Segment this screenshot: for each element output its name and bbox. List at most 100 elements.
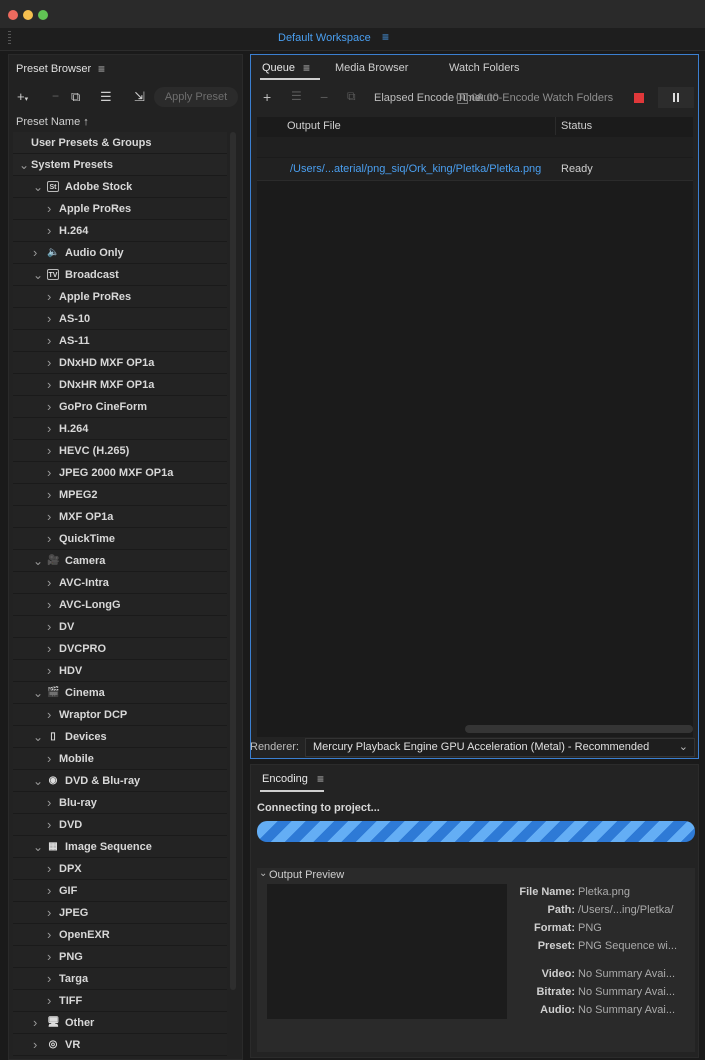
chevron-right-icon[interactable]: › xyxy=(47,374,51,396)
chevron-right-icon[interactable]: › xyxy=(47,880,51,902)
chevron-right-icon[interactable]: › xyxy=(47,506,51,528)
chevron-right-icon[interactable]: › xyxy=(47,748,51,770)
chevron-down-icon[interactable]: ⌄ xyxy=(259,868,267,879)
chevron-right-icon[interactable]: › xyxy=(47,484,51,506)
chevron-right-icon[interactable]: › xyxy=(47,638,51,660)
chevron-right-icon[interactable]: › xyxy=(47,462,51,484)
preset-tree-row[interactable]: ⌄ St Adobe Stock xyxy=(13,176,227,198)
chevron-right-icon[interactable]: › xyxy=(33,242,37,264)
chevron-right-icon[interactable]: › xyxy=(47,704,51,726)
chevron-down-icon[interactable]: ⌄ xyxy=(33,836,43,858)
queue-menu-icon[interactable]: ≡ xyxy=(303,61,310,75)
preset-tree-row[interactable]: › 🔈 Audio Only xyxy=(13,242,227,264)
preset-tree-row[interactable]: › GoPro CineForm xyxy=(13,396,227,418)
preset-tree-row[interactable]: › MPEG2 xyxy=(13,484,227,506)
preset-settings-icon[interactable]: ☰ xyxy=(100,89,112,105)
output-preview-title[interactable]: Output Preview xyxy=(269,869,344,881)
chevron-right-icon[interactable]: › xyxy=(33,1012,37,1034)
preset-tree-row[interactable]: › AVC-Intra xyxy=(13,572,227,594)
preset-tree-row[interactable]: › Apple ProRes xyxy=(13,198,227,220)
preset-tree-row[interactable]: › H.264 xyxy=(13,220,227,242)
preset-tree-row[interactable]: ⌄ 🎬 Cinema xyxy=(13,682,227,704)
new-group-icon[interactable]: ⧉ xyxy=(71,89,80,105)
chevron-down-icon[interactable]: ⌄ xyxy=(33,682,43,704)
chevron-right-icon[interactable]: › xyxy=(47,440,51,462)
remove-icon[interactable]: − xyxy=(320,89,328,105)
chevron-right-icon[interactable]: › xyxy=(47,946,51,968)
preset-tree-row[interactable]: ⌄ 🎥 Camera xyxy=(13,550,227,572)
column-divider[interactable] xyxy=(555,117,556,135)
preset-tree-row[interactable]: › DNxHD MXF OP1a xyxy=(13,352,227,374)
preset-tree-row[interactable]: › DPX xyxy=(13,858,227,880)
preset-tree-row[interactable]: › 🖥 Other xyxy=(13,1012,227,1034)
preset-tree-row[interactable]: › DNxHR MXF OP1a xyxy=(13,374,227,396)
preset-tree-row[interactable]: › Wraptor DCP xyxy=(13,704,227,726)
output-file-link[interactable]: /Users/...aterial/png_siq/Ork_king/Pletk… xyxy=(290,163,541,175)
preset-tree-row[interactable]: › Apple ProRes xyxy=(13,286,227,308)
workspace-menu-icon[interactable]: ≡ xyxy=(382,30,389,44)
chevron-right-icon[interactable]: › xyxy=(47,572,51,594)
minimize-window-button[interactable] xyxy=(23,10,33,20)
auto-encode-checkbox[interactable] xyxy=(457,93,468,104)
chevron-right-icon[interactable]: › xyxy=(47,352,51,374)
preset-tree-row[interactable]: › Mobile xyxy=(13,748,227,770)
chevron-right-icon[interactable]: › xyxy=(47,220,51,242)
chevron-right-icon[interactable]: › xyxy=(33,1034,37,1056)
pause-queue-button[interactable] xyxy=(658,87,694,108)
stop-queue-button[interactable] xyxy=(634,93,644,103)
import-preset-icon[interactable]: ⇲ xyxy=(134,89,145,105)
output-file-column-header[interactable]: Output File xyxy=(287,120,341,132)
workspace-name[interactable]: Default Workspace xyxy=(278,32,371,44)
preset-tree-row[interactable]: › JPEG 2000 MXF OP1a xyxy=(13,462,227,484)
preset-tree-row[interactable]: › TIFF xyxy=(13,990,227,1012)
chevron-right-icon[interactable]: › xyxy=(47,792,51,814)
chevron-right-icon[interactable]: › xyxy=(47,924,51,946)
chevron-right-icon[interactable]: › xyxy=(47,330,51,352)
chevron-down-icon[interactable]: ⌄ xyxy=(33,550,43,572)
preset-tree-row[interactable]: › DVCPRO xyxy=(13,638,227,660)
queue-item-row[interactable]: /Users/...aterial/png_siq/Ork_king/Pletk… xyxy=(257,158,693,181)
preset-tree-row[interactable]: › AVC-LongG xyxy=(13,594,227,616)
preset-tree-row[interactable]: › AS-11 xyxy=(13,330,227,352)
queue-group-row[interactable] xyxy=(257,137,693,157)
chevron-right-icon[interactable]: › xyxy=(47,418,51,440)
preset-tree-row[interactable]: › HDV xyxy=(13,660,227,682)
grip-handle-icon[interactable] xyxy=(8,31,11,46)
chevron-down-icon[interactable]: ⌄ xyxy=(19,154,29,176)
chevron-right-icon[interactable]: › xyxy=(47,814,51,836)
preset-name-column-header[interactable]: Preset Name ↑ xyxy=(16,116,89,128)
tab-watch-folders[interactable]: Watch Folders xyxy=(449,62,520,74)
preset-tree-row[interactable]: › MXF OP1a xyxy=(13,506,227,528)
tab-media-browser[interactable]: Media Browser xyxy=(335,62,408,74)
chevron-right-icon[interactable]: › xyxy=(47,308,51,330)
preset-tree-row[interactable]: › DV xyxy=(13,616,227,638)
preset-tree-row[interactable]: › PNG xyxy=(13,946,227,968)
chevron-right-icon[interactable]: › xyxy=(47,968,51,990)
chevron-right-icon[interactable]: › xyxy=(47,990,51,1012)
chevron-down-icon[interactable]: ⌄ xyxy=(33,770,43,792)
chevron-right-icon[interactable]: › xyxy=(47,396,51,418)
preset-tree-row[interactable]: › QuickTime xyxy=(13,528,227,550)
tab-encoding[interactable]: Encoding xyxy=(262,773,308,785)
panel-menu-icon[interactable]: ≡ xyxy=(98,62,105,76)
chevron-right-icon[interactable]: › xyxy=(47,594,51,616)
tab-queue[interactable]: Queue xyxy=(262,62,295,74)
renderer-select[interactable]: Mercury Playback Engine GPU Acceleration… xyxy=(305,738,695,757)
preset-tree-row[interactable]: ⌄ System Presets xyxy=(13,154,227,176)
preset-tree-row[interactable]: User Presets & Groups xyxy=(13,132,227,154)
status-column-header[interactable]: Status xyxy=(561,120,592,132)
chevron-right-icon[interactable]: › xyxy=(47,660,51,682)
preset-tree-row[interactable]: › HEVC (H.265) xyxy=(13,440,227,462)
maximize-window-button[interactable] xyxy=(38,10,48,20)
remove-preset-icon[interactable]: − xyxy=(52,89,59,103)
preset-tree-row[interactable]: › H.264 xyxy=(13,418,227,440)
preset-tree-row[interactable]: › DVD xyxy=(13,814,227,836)
preset-tree-scrollbar[interactable] xyxy=(230,132,236,990)
chevron-right-icon[interactable]: › xyxy=(47,286,51,308)
add-source-icon[interactable]: + xyxy=(263,89,271,105)
preset-tree-row[interactable]: › Targa xyxy=(13,968,227,990)
preset-tree-row[interactable]: › Blu-ray xyxy=(13,792,227,814)
preset-tree-row[interactable]: › AS-10 xyxy=(13,308,227,330)
preset-tree-row[interactable]: › JPEG xyxy=(13,902,227,924)
chevron-right-icon[interactable]: › xyxy=(47,616,51,638)
